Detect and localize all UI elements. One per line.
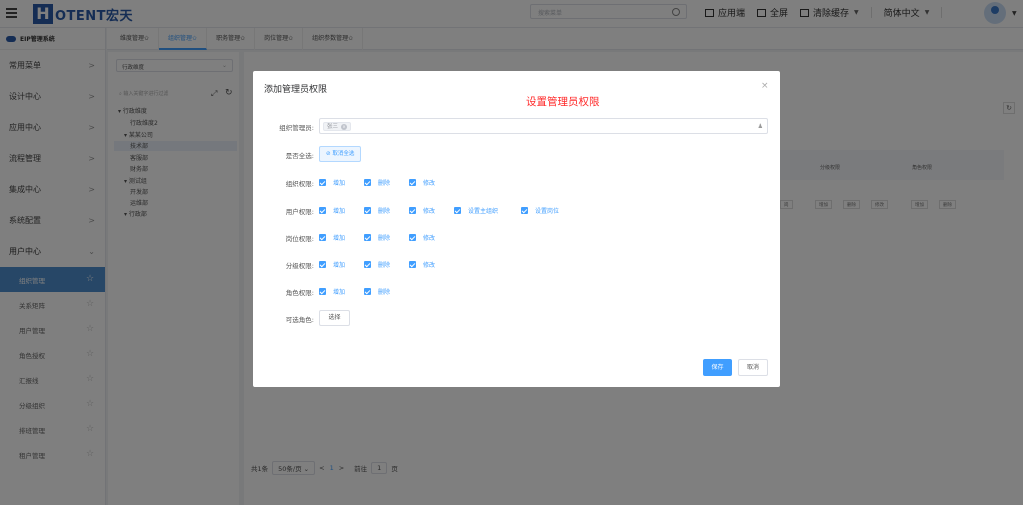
checkbox-checked-icon	[409, 207, 416, 214]
org-add-checkbox[interactable]: 增加	[319, 178, 345, 187]
cancel-select-all-button[interactable]: ⊘ 取消全选	[319, 146, 362, 162]
user-edit-checkbox[interactable]: 修改	[409, 206, 435, 215]
role-permission-label: 角色权限:	[285, 289, 314, 297]
checkbox-checked-icon	[364, 288, 371, 295]
checkbox-checked-icon	[319, 207, 326, 214]
post-add-checkbox[interactable]: 增加	[319, 233, 345, 242]
user-delete-checkbox[interactable]: 删除	[364, 206, 390, 215]
admin-tag: 张三 ×	[323, 122, 352, 131]
role-delete-checkbox[interactable]: 删除	[364, 287, 390, 296]
choose-role-button[interactable]: 选择	[319, 310, 350, 326]
select-all-label: 是否全选:	[285, 152, 314, 160]
org-edit-checkbox[interactable]: 修改	[409, 178, 435, 187]
org-permission-label: 组织权限:	[285, 180, 314, 188]
user-set-main-org-checkbox[interactable]: 设置主组织	[454, 206, 498, 215]
checkbox-checked-icon	[319, 261, 326, 268]
add-admin-permission-dialog: 添加管理员权限 × 设置管理员权限 组织管理员: 张三 × ♟ 是否全选: ⊘ 取…	[253, 71, 780, 387]
admin-select-input[interactable]: 张三 × ♟	[319, 118, 768, 134]
grade-add-checkbox[interactable]: 增加	[319, 260, 345, 269]
post-permission-label: 岗位权限:	[285, 235, 314, 243]
org-delete-checkbox[interactable]: 删除	[364, 178, 390, 187]
user-icon[interactable]: ♟	[758, 123, 763, 130]
roles-label: 可选角色:	[285, 316, 314, 324]
admin-label: 组织管理员:	[279, 124, 314, 132]
checkbox-checked-icon	[319, 179, 326, 186]
checkbox-checked-icon	[364, 179, 371, 186]
checkbox-checked-icon	[409, 261, 416, 268]
post-delete-checkbox[interactable]: 删除	[364, 233, 390, 242]
grade-edit-checkbox[interactable]: 修改	[409, 260, 435, 269]
close-icon[interactable]: ×	[761, 81, 769, 91]
post-edit-checkbox[interactable]: 修改	[409, 233, 435, 242]
checkbox-checked-icon	[364, 261, 371, 268]
user-set-post-checkbox[interactable]: 设置岗位	[521, 206, 559, 215]
close-icon[interactable]: ×	[341, 123, 348, 130]
checkbox-checked-icon	[364, 234, 371, 241]
checkbox-checked-icon	[409, 234, 416, 241]
annotation-text: 设置管理员权限	[526, 96, 600, 108]
checkbox-checked-icon	[364, 207, 371, 214]
user-permission-label: 用户权限:	[285, 208, 314, 216]
checkbox-checked-icon	[319, 288, 326, 295]
checkbox-checked-icon	[454, 207, 461, 214]
save-button[interactable]: 保存	[703, 359, 732, 376]
grade-permission-label: 分级权限:	[285, 262, 314, 270]
checkbox-checked-icon	[521, 207, 528, 214]
grade-delete-checkbox[interactable]: 删除	[364, 260, 390, 269]
checkbox-checked-icon	[409, 179, 416, 186]
role-add-checkbox[interactable]: 增加	[319, 287, 345, 296]
cancel-button[interactable]: 取消	[738, 359, 768, 376]
checkbox-checked-icon	[319, 234, 326, 241]
user-add-checkbox[interactable]: 增加	[319, 206, 345, 215]
dialog-title: 添加管理员权限	[264, 85, 328, 95]
